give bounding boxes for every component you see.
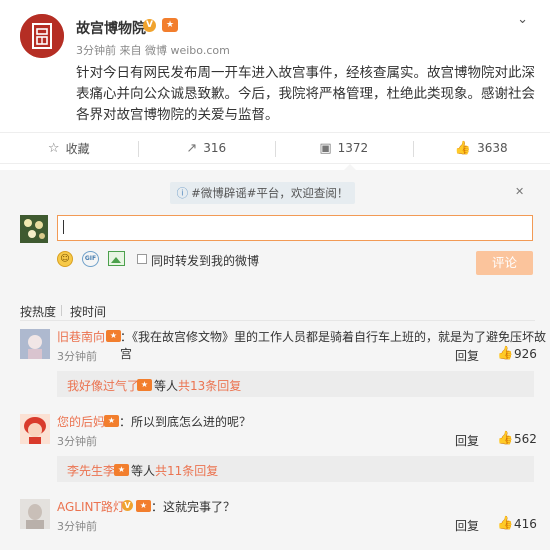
comment-icon: ▣	[319, 140, 332, 156]
favorite-button[interactable]: ☆ 收藏	[0, 133, 138, 163]
repost-checkbox-label: 同时转发到我的微博	[151, 254, 260, 268]
repost-icon: ↗	[186, 140, 198, 156]
repost-checkbox[interactable]	[137, 254, 147, 264]
comment-time: 3分钟前	[57, 435, 97, 448]
thumbs-up-icon[interactable]: 👍	[497, 431, 513, 446]
commenter-avatar[interactable]	[20, 329, 50, 359]
repost-button[interactable]: ↗ 316	[137, 133, 276, 163]
comment-text: ：这就完事了？	[151, 500, 236, 514]
close-icon[interactable]: ✕	[515, 185, 524, 198]
repost-count: 316	[203, 141, 227, 155]
author-name[interactable]: 故宫博物院	[76, 18, 146, 38]
thumbs-up-icon: 👍	[454, 140, 472, 156]
comment-like-count: 562	[514, 432, 537, 446]
author-avatar[interactable]	[20, 14, 64, 58]
action-bar: ☆ 收藏 ↗ 316 ▣ 1372 👍 3638	[0, 132, 550, 164]
comment-time: 3分钟前	[57, 520, 97, 533]
info-icon: ⓘ	[176, 186, 189, 200]
commenter-name[interactable]: 旧巷南向	[57, 328, 105, 345]
gif-icon[interactable]: GIF	[82, 251, 99, 267]
comment-text: ：所以到底怎么进的呢？	[119, 415, 252, 429]
reply-button[interactable]: 回复	[455, 347, 479, 364]
favorite-label: 收藏	[65, 141, 90, 156]
comment-like-count: 416	[514, 517, 537, 531]
member-badge-icon: ★	[137, 379, 152, 391]
text-caret	[63, 220, 64, 234]
sort-by-hot-tab[interactable]: 按热度	[20, 303, 56, 320]
verified-badge-icon: V	[143, 19, 156, 32]
photo-avatar-icon	[20, 499, 50, 529]
member-badge-icon: ★	[104, 415, 119, 427]
thumbs-up-icon[interactable]: 👍	[497, 346, 513, 361]
commenter-name[interactable]: 您的后妈	[57, 413, 105, 430]
image-icon[interactable]	[108, 251, 125, 266]
chevron-down-icon[interactable]: ⌄	[517, 12, 528, 27]
reply-user-link[interactable]: 李先生李	[67, 462, 115, 479]
comment-like-count: 926	[514, 347, 537, 361]
comment-button[interactable]: ▣ 1372	[275, 133, 413, 163]
notice-text: #微博辟谣#平台，欢迎查阅！	[191, 186, 349, 200]
cartoon-avatar-icon	[20, 329, 50, 359]
view-replies-link[interactable]: 共11条回复	[155, 462, 218, 479]
current-user-avatar[interactable]	[20, 215, 48, 243]
sort-by-time-tab[interactable]: 按时间	[70, 303, 106, 320]
member-badge-icon: ★	[114, 464, 129, 476]
reply-summary-text: 等人	[131, 464, 156, 478]
sort-divider	[61, 305, 62, 316]
member-badge-icon: ★	[162, 18, 178, 32]
reply-button[interactable]: 回复	[455, 432, 479, 449]
commenter-avatar[interactable]	[20, 414, 50, 444]
cartoon-avatar-icon	[20, 414, 50, 444]
commenter-avatar[interactable]	[20, 499, 50, 529]
rumor-notice[interactable]: ⓘ #微博辟谣#平台，欢迎查阅！	[170, 182, 355, 204]
like-count: 3638	[477, 141, 508, 155]
post-content: 针对今日有网民发布周一开车进入故宫事件，经核查属实。故宫博物院对此深表痛心并向公…	[76, 65, 535, 123]
submit-comment-button[interactable]: 评论	[476, 251, 533, 275]
reply-user-link[interactable]: 我好像过气了	[67, 377, 139, 394]
thumbs-up-icon[interactable]: 👍	[497, 516, 513, 531]
post-meta: 3分钟前 来自 微博 weibo.com	[76, 44, 230, 57]
palace-museum-logo-icon	[20, 14, 64, 58]
sort-underline	[20, 320, 535, 321]
view-replies-link[interactable]: 共13条回复	[178, 377, 241, 394]
comment-text: ：《我在故宫修文物》里的工作人员都是骑着自行车上班的，就是为了避免压坏故宫	[120, 330, 547, 361]
member-badge-icon: ★	[136, 500, 151, 512]
verified-badge-icon: V	[122, 500, 133, 511]
comment-input[interactable]	[57, 215, 533, 241]
flowers-avatar-icon	[20, 215, 48, 243]
star-icon: ☆	[47, 140, 60, 156]
like-button[interactable]: 👍 3638	[412, 133, 550, 163]
member-badge-icon: ★	[106, 330, 121, 342]
emoji-icon[interactable]: ☺	[57, 251, 73, 267]
commenter-name[interactable]: AGLINT路灯	[57, 498, 125, 515]
comment-time: 3分钟前	[57, 350, 97, 363]
comment-count: 1372	[337, 141, 369, 155]
reply-summary-text: 等人	[154, 379, 179, 393]
reply-button[interactable]: 回复	[455, 517, 479, 534]
